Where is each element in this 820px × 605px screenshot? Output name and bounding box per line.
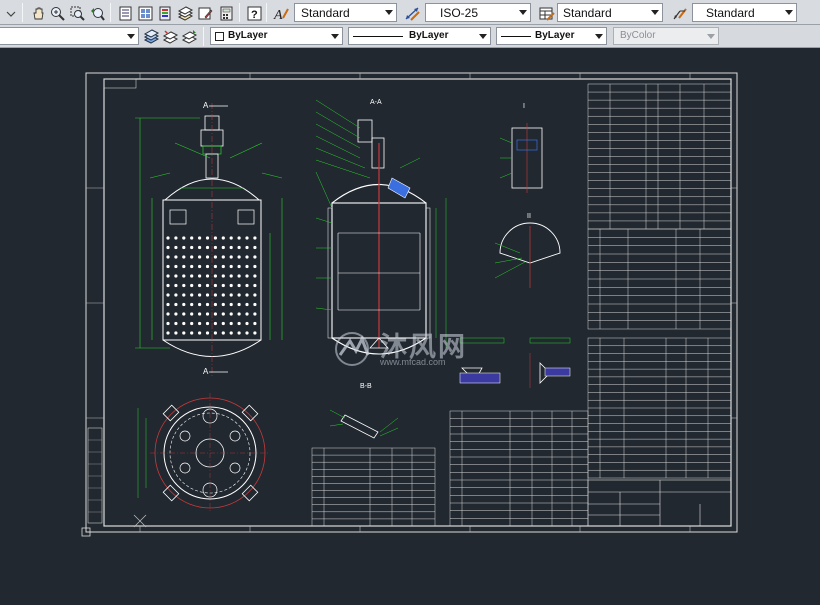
lineweight-sample: [501, 36, 531, 37]
tool-palettes-icon[interactable]: [156, 4, 173, 21]
layer-dropdown[interactable]: [0, 27, 139, 45]
chevron-down-icon: [595, 34, 603, 39]
svg-text:I: I: [523, 103, 525, 110]
linetype-sample: [353, 36, 403, 37]
layer-states-icon[interactable]: [142, 27, 160, 44]
chevron-down-icon: [385, 10, 393, 15]
plotstyle-value: ByColor: [620, 30, 656, 41]
toolbar-separator: [110, 3, 111, 22]
toolbar-separator: [266, 3, 267, 22]
help-icon[interactable]: ?: [245, 4, 262, 21]
pan-icon[interactable]: [29, 4, 46, 21]
calculator-icon[interactable]: [217, 4, 234, 21]
chevron-down-icon: [785, 10, 793, 15]
svg-text:?: ?: [251, 9, 258, 21]
dimension-style-value: ISO-25: [440, 6, 479, 20]
multileader-style-icon[interactable]: [670, 4, 687, 21]
lineweight-dropdown[interactable]: ByLayer: [496, 27, 607, 45]
zoom-realtime-icon[interactable]: [48, 4, 65, 21]
chevron-down-icon: [479, 34, 487, 39]
table-style-dropdown[interactable]: Standard: [557, 3, 663, 22]
text-style-dropdown[interactable]: Standard: [294, 3, 397, 22]
color-dropdown[interactable]: ByLayer: [210, 27, 343, 45]
toolbar-separator: [203, 27, 204, 46]
sheet-set-icon[interactable]: [176, 4, 194, 21]
plan-view: [137, 393, 270, 513]
chevron-down-icon: [707, 34, 715, 39]
svg-text:B-B: B-B: [360, 383, 372, 390]
make-object-layer-current-icon[interactable]: [161, 27, 179, 44]
design-center-icon[interactable]: [136, 4, 153, 21]
chevron-down-icon: [331, 34, 339, 39]
color-swatch: [215, 32, 224, 41]
watermark-url: www.mfcad.com: [380, 357, 446, 367]
autocad-window: ? A Standard ISO-25 Standard Standard By…: [0, 0, 820, 605]
svg-text:A: A: [273, 8, 283, 22]
detail-views: I II: [494, 103, 561, 288]
toolbar-separator: [22, 3, 23, 22]
svg-text:A-A: A-A: [370, 99, 382, 106]
properties-toolbar: ByLayer ByLayer ByLayer ByColor: [0, 25, 820, 48]
dimension-style-icon[interactable]: [403, 4, 420, 21]
elevation-view: A A: [135, 101, 283, 378]
text-style-value: Standard: [301, 6, 350, 20]
view-label-a-top: A: [203, 101, 209, 110]
view-label-a-bottom: A: [203, 367, 209, 376]
chevron-down-icon: [127, 34, 135, 39]
watermark: 沐风网 www.mfcad.com: [330, 331, 500, 371]
table-style-icon[interactable]: [537, 4, 555, 21]
drawing-canvas[interactable]: A A A-A B-B I II 沐风网 www.mfcad.com: [0, 48, 820, 605]
layer-previous-icon[interactable]: [180, 27, 198, 44]
table-style-value: Standard: [563, 6, 612, 20]
dropdown-arrow-icon[interactable]: [2, 4, 19, 21]
multileader-style-value: Standard: [706, 6, 755, 20]
linetype-dropdown[interactable]: ByLayer: [348, 27, 491, 45]
zoom-window-icon[interactable]: [68, 4, 85, 21]
title-block: [587, 479, 732, 527]
linetype-value: ByLayer: [409, 30, 449, 41]
styles-toolbar: ? A Standard ISO-25 Standard Standard: [0, 0, 820, 25]
chevron-down-icon: [651, 10, 659, 15]
mf-logo-icon: [335, 332, 370, 366]
multileader-style-dropdown[interactable]: Standard: [692, 3, 797, 22]
agitator-detail: [329, 409, 399, 439]
toolbar-separator: [239, 3, 240, 22]
color-value: ByLayer: [228, 30, 268, 41]
plotstyle-dropdown: ByColor: [613, 27, 719, 45]
dimension-style-dropdown[interactable]: ISO-25: [425, 3, 531, 22]
lineweight-value: ByLayer: [535, 30, 575, 41]
svg-text:II: II: [527, 213, 531, 220]
chevron-down-icon: [519, 10, 527, 15]
text-style-icon[interactable]: A: [272, 4, 289, 22]
properties-icon[interactable]: [116, 4, 133, 21]
markup-set-icon[interactable]: [196, 4, 213, 21]
zoom-previous-icon[interactable]: [88, 4, 105, 21]
